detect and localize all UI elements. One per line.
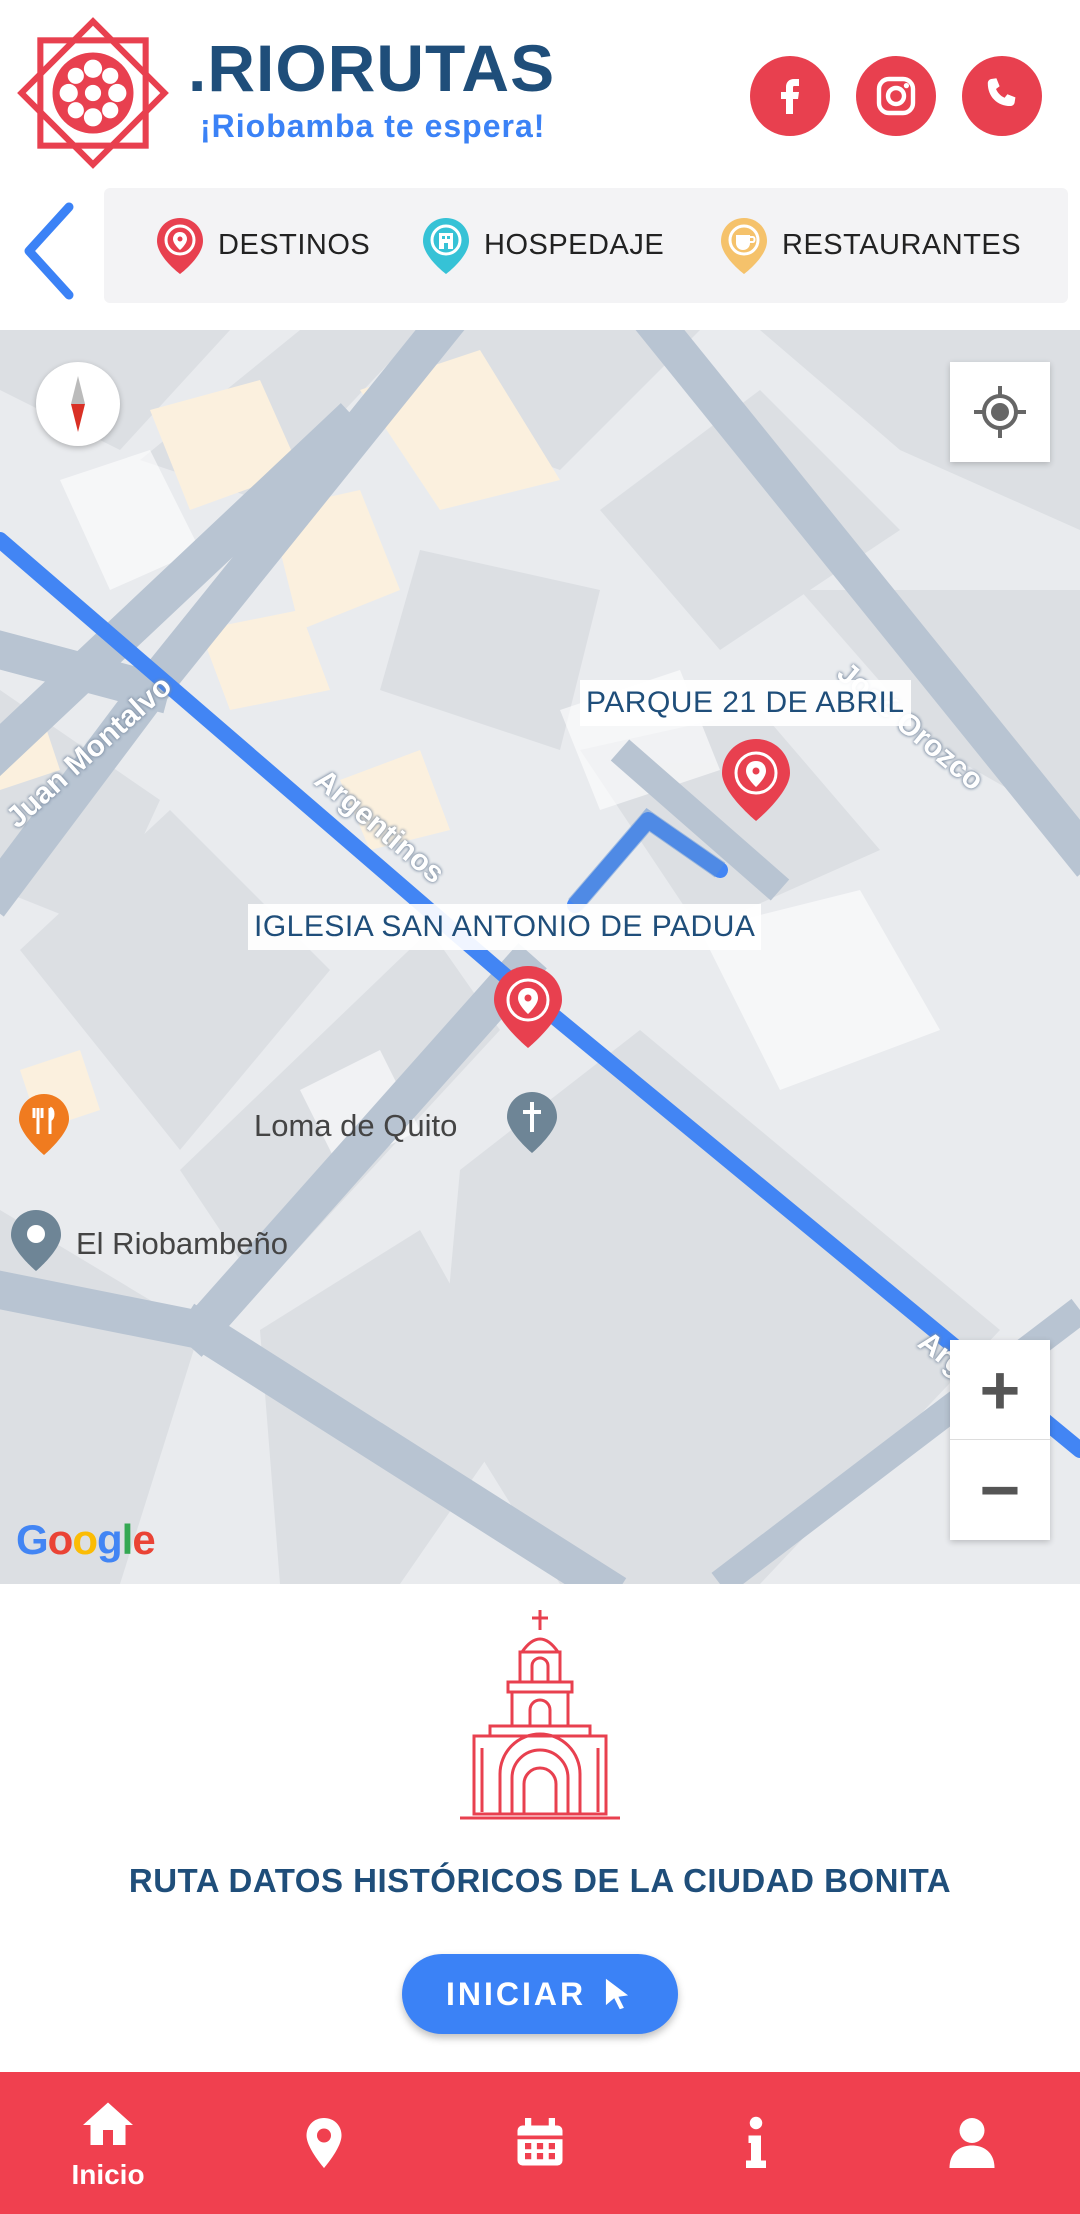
zoom-controls: + − <box>950 1340 1050 1540</box>
destination-marker-icon[interactable] <box>716 735 796 825</box>
restaurantes-pin-icon <box>721 217 767 274</box>
compass-icon <box>71 376 85 432</box>
phone-icon <box>987 78 1016 106</box>
place-pin-icon[interactable] <box>6 1206 66 1276</box>
zoom-in-button[interactable]: + <box>950 1340 1050 1440</box>
marker-label: PARQUE 21 DE ABRIL <box>580 680 911 726</box>
calendar-icon <box>517 2118 563 2166</box>
church-icon[interactable] <box>502 1088 562 1158</box>
nav-label: Inicio <box>71 2159 145 2190</box>
zoom-out-button[interactable]: − <box>950 1440 1050 1540</box>
info-icon <box>746 2116 766 2168</box>
cursor-pointer-icon <box>605 1978 629 2010</box>
instagram-button[interactable] <box>856 56 936 136</box>
riorutas-logo-icon <box>17 17 169 169</box>
nav-informacion[interactable] <box>648 2072 864 2214</box>
map-base <box>0 330 1080 1584</box>
category-restaurantes[interactable]: RESTAURANTES <box>714 188 1021 303</box>
category-destinos[interactable]: DESTINOS <box>150 188 370 303</box>
brand-subtitle: ¡Riobamba te espera! <box>200 108 546 144</box>
facebook-button[interactable] <box>750 56 830 136</box>
category-hospedaje[interactable]: HOSPEDAJE <box>416 188 664 303</box>
google-attribution: Google <box>16 1516 156 1563</box>
my-location-button[interactable] <box>950 362 1050 462</box>
hospedaje-pin-icon <box>423 217 469 274</box>
poi-label: Loma de Quito <box>254 1108 458 1143</box>
bottom-navigation: Inicio <box>0 2072 1080 2214</box>
compass-button[interactable] <box>36 362 120 446</box>
destination-marker-icon[interactable] <box>488 962 568 1052</box>
facebook-icon <box>781 79 799 114</box>
chevron-left-icon <box>24 202 74 299</box>
nav-eventos[interactable] <box>432 2072 648 2214</box>
nav-destinos[interactable] <box>216 2072 432 2214</box>
back-button[interactable] <box>14 198 84 303</box>
category-label: DESTINOS <box>218 229 371 261</box>
poi-label: El Riobambeño <box>76 1226 288 1261</box>
home-icon <box>83 2102 133 2145</box>
marker-label: IGLESIA SAN ANTONIO DE PADUA <box>248 904 762 950</box>
location-pin-icon <box>306 2118 342 2168</box>
nav-inicio[interactable]: Inicio <box>0 2072 216 2214</box>
app-header: .RIORUTAS ¡Riobamba te espera! <box>0 0 1080 180</box>
crosshair-icon <box>974 386 1026 438</box>
user-icon <box>949 2118 995 2168</box>
category-label: HOSPEDAJE <box>484 229 665 261</box>
category-bar: DESTINOS HOSPEDAJE RESTAURANTES <box>104 188 1068 303</box>
destinos-pin-icon <box>157 217 203 274</box>
start-route-button[interactable]: INICIAR <box>402 1954 678 2034</box>
route-title: RUTA DATOS HISTÓRICOS DE LA CIUDAD BONIT… <box>128 1862 952 1899</box>
restaurant-poi-icon[interactable] <box>14 1090 74 1160</box>
route-map[interactable]: Juan Montalvo Argentinos Argentinos José… <box>0 330 1080 1584</box>
nav-perfil[interactable] <box>864 2072 1080 2214</box>
instagram-icon <box>876 76 916 116</box>
brand-title: .RIORUTAS <box>188 31 556 105</box>
church-illustration-icon <box>460 1610 620 1820</box>
category-label: RESTAURANTES <box>782 229 1022 261</box>
whatsapp-button[interactable] <box>962 56 1042 136</box>
start-label: INICIAR <box>445 1975 587 2012</box>
